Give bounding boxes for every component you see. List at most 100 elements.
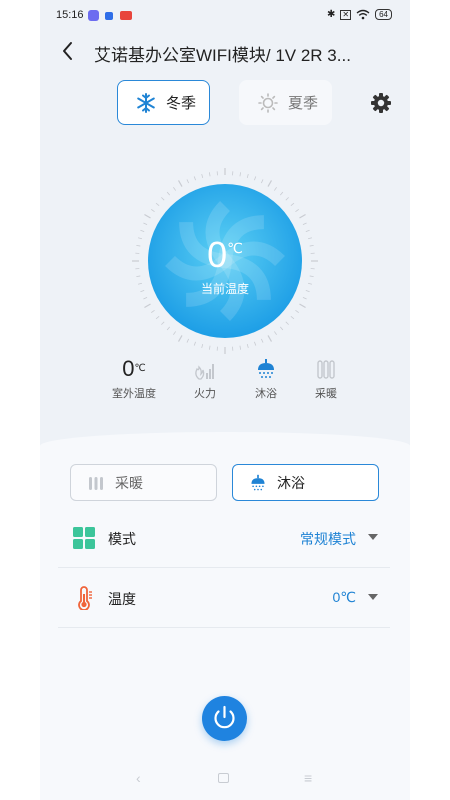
- dial-tick: [290, 202, 295, 207]
- outdoor-temp-stat: 0℃ 室外温度: [104, 356, 164, 401]
- dial-tick: [299, 303, 306, 309]
- summer-label: 夏季: [288, 95, 319, 112]
- app-notification-icon: [105, 12, 113, 20]
- dial-tick: [193, 341, 196, 346]
- gear-icon[interactable]: [370, 92, 392, 114]
- shower-icon: [251, 474, 265, 490]
- page-title: 艾诺基办公室WIFI模块/ 1V 2R 3...: [94, 46, 351, 65]
- dial-tick: [279, 326, 284, 331]
- app-notification-icon: [88, 10, 99, 21]
- chevron-down-icon[interactable]: [368, 534, 378, 540]
- dial-tick: [208, 345, 211, 350]
- temperature-setting-row[interactable]: 温度 0℃: [58, 568, 390, 628]
- dial-tick: [309, 275, 314, 278]
- temperature-label: 温度: [108, 591, 136, 607]
- dial-tick: [267, 335, 273, 342]
- dial-tick: [302, 222, 307, 226]
- dial-tick: [239, 345, 242, 350]
- nav-back-icon[interactable]: ‹: [136, 770, 141, 786]
- thermometer-icon: [78, 586, 92, 610]
- dial-tick: [173, 187, 177, 191]
- dial-tick: [136, 275, 141, 278]
- bath-mode-button[interactable]: 沐浴: [232, 464, 379, 501]
- outdoor-temp-label: 室外温度: [112, 388, 156, 400]
- dial-tick: [161, 197, 165, 201]
- dial-tick: [143, 296, 148, 300]
- current-temp-unit: ℃: [227, 240, 243, 256]
- radiator-icon: [317, 360, 335, 379]
- bluetooth-icon: ✱: [327, 9, 336, 20]
- power-button[interactable]: [202, 696, 247, 741]
- dial-tick: [155, 202, 160, 207]
- heating-label: 采暖: [315, 388, 337, 400]
- dial-tick: [140, 229, 145, 232]
- snowflake-icon: [137, 92, 155, 113]
- radiator-icon: [89, 476, 103, 490]
- chevron-down-icon[interactable]: [368, 594, 378, 600]
- dial-tick: [254, 176, 257, 181]
- dial-tick: [299, 213, 306, 219]
- dial-tick: [239, 172, 242, 177]
- system-navigation-bar: ‹ ≡: [40, 766, 410, 792]
- status-time: 15:16: [56, 9, 84, 21]
- sun-icon: [258, 92, 278, 113]
- flame-bars-icon: [195, 364, 214, 380]
- dial-tick: [144, 213, 151, 219]
- mode-value[interactable]: 常规模式: [300, 529, 356, 549]
- outdoor-temp-value: 0: [122, 356, 135, 381]
- bath-label: 沐浴: [255, 388, 277, 400]
- dial-tick: [260, 179, 264, 184]
- nav-menu-icon[interactable]: ≡: [304, 770, 312, 786]
- dial-tick: [285, 321, 289, 325]
- winter-label: 冬季: [166, 95, 197, 112]
- dial-tick: [290, 315, 295, 320]
- dial-tick: [246, 173, 249, 179]
- dial-tick: [208, 172, 211, 177]
- temperature-value[interactable]: 0℃: [332, 589, 356, 606]
- summer-season-button[interactable]: 夏季: [239, 80, 332, 125]
- dial-tick: [161, 321, 165, 325]
- dial-tick: [177, 180, 183, 187]
- dial-tick: [295, 209, 299, 213]
- header: 艾诺基办公室WIFI模块/ 1V 2R 3...: [40, 36, 410, 66]
- heating-stat: 采暖: [296, 356, 356, 401]
- dial-tick: [155, 315, 160, 320]
- wifi-icon: [356, 9, 370, 20]
- mode-label: 模式: [108, 531, 136, 547]
- nav-home-icon[interactable]: [218, 773, 229, 783]
- dial-tick: [193, 176, 196, 181]
- dial-tick: [151, 209, 155, 213]
- winter-season-button[interactable]: 冬季: [117, 80, 210, 125]
- dial-tick: [302, 296, 307, 300]
- dial-tick: [246, 343, 249, 349]
- dial-tick: [186, 179, 190, 184]
- dial-tick: [305, 229, 310, 232]
- mode-setting-row[interactable]: 模式 常规模式: [58, 508, 390, 568]
- back-arrow-icon[interactable]: [58, 38, 78, 64]
- app-screen: 15:16 ✱ ✕ 64 艾诺基办公室WIFI模块/ 1V 2R 3... 冬季: [40, 0, 410, 800]
- dial-tick: [186, 338, 190, 343]
- dial-tick: [173, 331, 177, 335]
- bath-stat: 沐浴: [236, 356, 296, 401]
- dial-tick: [273, 187, 277, 191]
- dial-tick: [201, 343, 204, 349]
- grid-mode-icon: [73, 527, 95, 549]
- fire-label: 火力: [194, 388, 216, 400]
- dial-tick: [144, 303, 151, 309]
- dial-tick: [254, 341, 257, 346]
- app-notification-icon: [120, 11, 132, 20]
- no-sim-icon: ✕: [340, 9, 352, 20]
- shower-icon: [258, 359, 274, 378]
- dial-tick: [166, 191, 171, 196]
- dial-tick: [177, 335, 183, 342]
- status-bar: 15:16 ✱ ✕ 64: [40, 0, 410, 32]
- dial-tick: [279, 191, 284, 196]
- dial-tick: [285, 197, 289, 201]
- dial-tick: [151, 309, 155, 313]
- battery-indicator: 64: [375, 9, 392, 20]
- status-icons: ✱ ✕ 64: [327, 9, 392, 20]
- heating-mode-button[interactable]: 采暖: [70, 464, 217, 501]
- current-temp-value: 0: [207, 234, 228, 275]
- dial-tick: [143, 222, 148, 226]
- dial-tick: [260, 338, 264, 343]
